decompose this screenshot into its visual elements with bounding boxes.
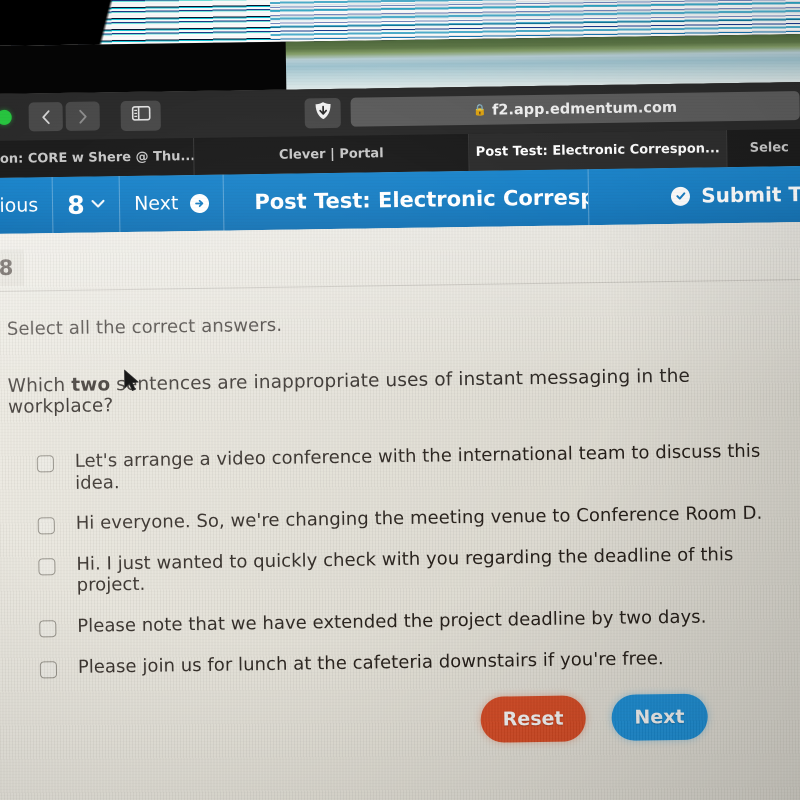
- question-number-badge: 8: [0, 249, 25, 287]
- current-question-number: 8: [66, 190, 86, 220]
- action-buttons-row: Reset Next: [480, 693, 708, 743]
- answer-options-list: Let's arrange a video conference with th…: [36, 440, 781, 697]
- window-zoom-traffic-light[interactable]: [0, 109, 12, 125]
- chevron-left-icon: [40, 109, 52, 125]
- answer-checkbox[interactable]: [37, 517, 55, 535]
- arrow-right-circle-icon: [190, 193, 210, 213]
- prompt-part-after: sentences are inappropriate uses of inst…: [7, 365, 691, 418]
- chevron-right-icon: [77, 108, 89, 124]
- content-divider: [0, 278, 800, 293]
- answer-option-label: Please note that we have extended the pr…: [77, 606, 707, 637]
- next-label: Next: [133, 192, 179, 215]
- answer-option-label: Please join us for lunch at the cafeteri…: [77, 647, 664, 678]
- answer-option-row[interactable]: Please note that we have extended the pr…: [39, 605, 779, 638]
- question-text-block: Select all the correct answers. Which tw…: [7, 308, 768, 418]
- previous-label: revious: [0, 194, 39, 218]
- submit-test-button[interactable]: Submit Te: [657, 166, 800, 224]
- answer-option-row[interactable]: Please join us for lunch at the cafeteri…: [39, 646, 780, 679]
- next-question-button[interactable]: Next: [119, 174, 225, 233]
- answer-option-row[interactable]: Hi. I just wanted to quickly check with …: [38, 543, 779, 597]
- tab-core-w-shere[interactable]: ation: CORE w Shere @ Thu...: [0, 138, 195, 179]
- browser-chrome: 🔒 f2.app.edmentum.com ation: CORE w Sher…: [0, 81, 800, 179]
- check-circle-icon: [671, 186, 691, 206]
- sidebar-toggle-button[interactable]: [120, 100, 161, 131]
- answer-option-row[interactable]: Let's arrange a video conference with th…: [36, 440, 778, 494]
- previous-question-button[interactable]: revious: [0, 177, 54, 235]
- answer-checkbox[interactable]: [39, 660, 58, 678]
- answer-option-row[interactable]: Hi everyone. So, we're changing the meet…: [37, 502, 778, 536]
- tab-clever-portal[interactable]: Clever | Portal: [194, 133, 470, 176]
- address-bar[interactable]: 🔒 f2.app.edmentum.com: [350, 91, 800, 127]
- prompt-part-bold: two: [71, 374, 111, 396]
- back-button[interactable]: [28, 101, 63, 132]
- answer-option-label: Hi. I just wanted to quickly check with …: [76, 543, 734, 597]
- chevron-down-icon: [91, 196, 105, 212]
- tab-label: Clever | Portal: [278, 146, 384, 163]
- tab-post-test-electronic-correspondence[interactable]: Post Test: Electronic Correspon...: [469, 130, 728, 171]
- answer-option-label: Hi everyone. So, we're changing the meet…: [75, 502, 763, 535]
- navigation-button-group: [28, 101, 103, 132]
- glitch-dark-wedge: [0, 0, 281, 47]
- answer-checkbox[interactable]: [39, 620, 57, 638]
- download-shield-icon: [313, 100, 332, 124]
- tab-label: ation: CORE w Shere @ Thu...: [0, 149, 195, 168]
- answer-checkbox[interactable]: [36, 455, 54, 473]
- sidebar-toggle-icon: [131, 105, 151, 125]
- forward-button[interactable]: [65, 101, 100, 131]
- answer-option-label: Let's arrange a video conference with th…: [74, 440, 761, 494]
- downloads-button[interactable]: [304, 97, 341, 128]
- prompt-part-before: Which: [7, 374, 72, 397]
- tab-select[interactable]: Selec: [726, 128, 800, 168]
- question-content-area: 8 Select all the correct answers. Which …: [0, 221, 800, 800]
- banner-landscape-photo: LWScr 2021-04: [285, 33, 800, 90]
- address-bar-url: f2.app.edmentum.com: [491, 99, 678, 119]
- question-instruction: Select all the correct answers.: [6, 314, 283, 340]
- screen-photograph: LWScr 2021-04: [0, 0, 800, 800]
- screen-contents: LWScr 2021-04: [0, 0, 800, 800]
- next-button[interactable]: Next: [611, 693, 708, 741]
- question-number-dropdown[interactable]: 8: [52, 176, 121, 234]
- assessment-title: Post Test: Electronic Correspon: [223, 169, 590, 231]
- answer-checkbox[interactable]: [38, 557, 56, 576]
- tab-label: Selec: [749, 140, 789, 156]
- submit-test-label: Submit Te: [701, 181, 800, 208]
- tab-label: Post Test: Electronic Correspon...: [475, 141, 720, 160]
- reset-button[interactable]: Reset: [480, 695, 586, 743]
- question-prompt: Which two sentences are inappropriate us…: [8, 365, 769, 418]
- lock-icon: 🔒: [473, 103, 488, 117]
